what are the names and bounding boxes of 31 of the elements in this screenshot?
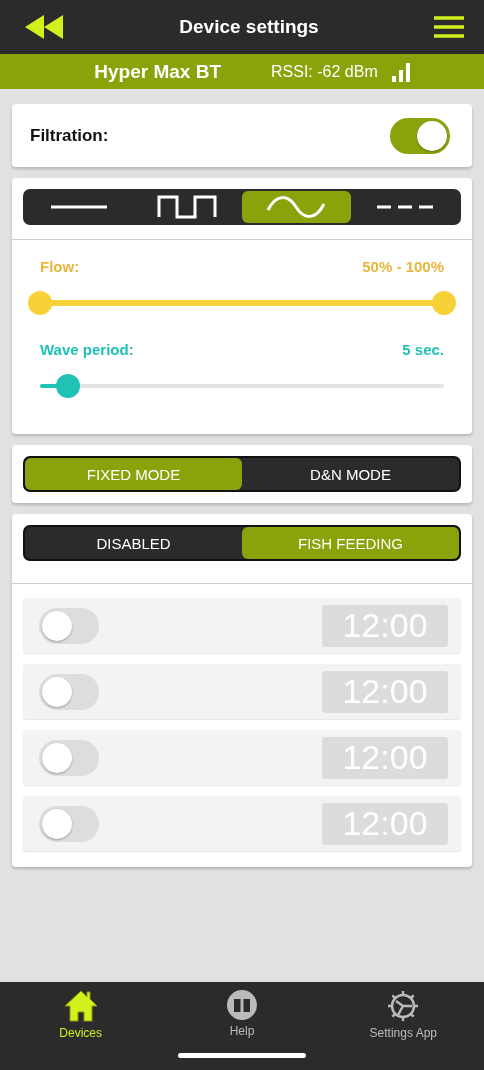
mode-tab[interactable]: FIXED MODE bbox=[25, 458, 242, 490]
flow-reading: 50% - 100% bbox=[362, 258, 444, 275]
flow-label: Flow: bbox=[40, 258, 80, 275]
timer-switch[interactable] bbox=[39, 739, 99, 776]
book-icon bbox=[226, 989, 258, 1021]
gear-icon bbox=[386, 989, 421, 1023]
feeding-tab[interactable]: DISABLED bbox=[25, 527, 242, 559]
device-name: Hyper Max BT bbox=[94, 60, 221, 83]
screen-title: Device settings bbox=[179, 16, 319, 38]
mode-tab[interactable]: D&N MODE bbox=[242, 458, 459, 490]
wave-period-reading: 5 sec. bbox=[402, 341, 444, 358]
flat-line-icon bbox=[49, 204, 110, 210]
dashed-line-icon bbox=[374, 204, 435, 210]
rssi-reading: RSSI: -62 dBm bbox=[271, 62, 378, 81]
house-icon bbox=[62, 989, 99, 1023]
nav-tab[interactable]: Settings App bbox=[333, 988, 474, 1041]
menu-icon[interactable] bbox=[434, 16, 464, 38]
nav-tab[interactable]: Help bbox=[172, 988, 312, 1041]
sine-wave-icon bbox=[266, 196, 327, 218]
flow-slider[interactable] bbox=[28, 291, 456, 315]
timer-switch[interactable] bbox=[39, 607, 99, 644]
wave-period-label: Wave period: bbox=[40, 341, 134, 358]
filtration-label: Filtration: bbox=[30, 125, 109, 146]
timer-switch[interactable] bbox=[39, 673, 99, 710]
signal-icon bbox=[389, 61, 410, 82]
back-icon[interactable] bbox=[24, 14, 64, 40]
timer-switch[interactable] bbox=[39, 805, 99, 842]
square-wave-icon bbox=[156, 195, 219, 219]
nav-tab[interactable]: Devices bbox=[10, 988, 151, 1041]
feeding-tab[interactable]: FISH FEEDING bbox=[242, 527, 459, 559]
filtration-switch[interactable] bbox=[390, 117, 450, 154]
